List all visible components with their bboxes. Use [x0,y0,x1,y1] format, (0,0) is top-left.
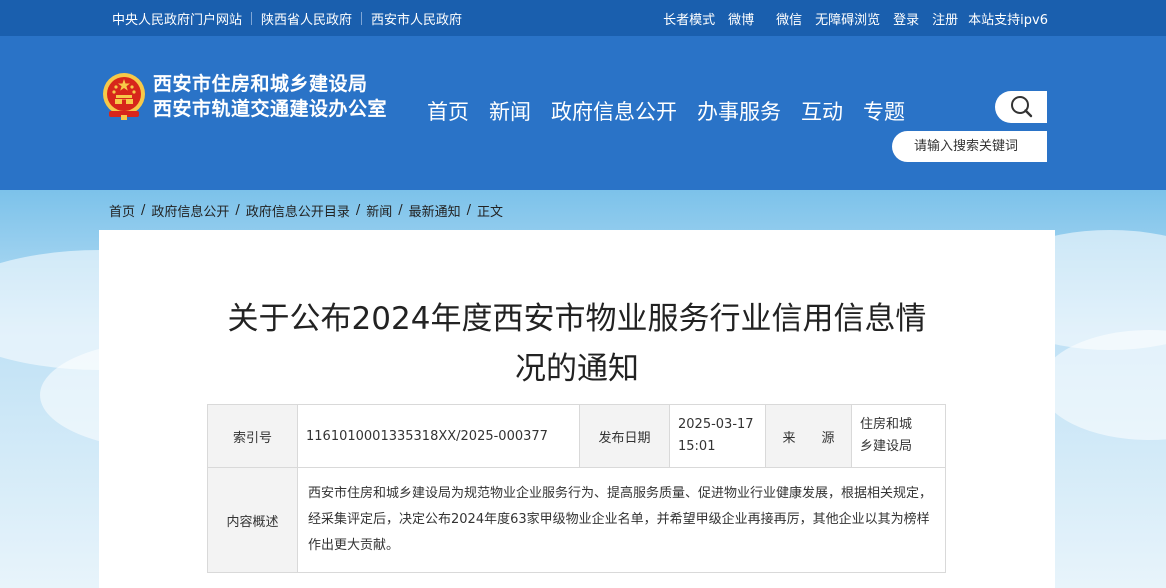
article-title: 关于公布2024年度西安市物业服务行业信用信息情 况的通知 [99,294,1055,394]
elder-mode-link[interactable]: 长者模式 [663,9,715,28]
national-emblem-icon [103,73,145,120]
site-title-line2: 西安市轨道交通建设办公室 [153,98,388,120]
search-input[interactable] [892,131,1047,162]
article-title-line1: 关于公布2024年度西安市物业服务行业信用信息情 [227,301,927,337]
register-link[interactable]: 注册 [932,9,958,28]
article-panel: 关于公布2024年度西安市物业服务行业信用信息情 况的通知 索引号 116101… [99,230,1055,588]
site-title-line1: 西安市住房和城乡建设局 [153,73,368,95]
index-value: 1161010001335318XX/2025-000377 [297,404,580,468]
source-value: 住房和城 乡建设局 [851,404,946,468]
ipv6-label: 本站支持ipv6 [968,12,1048,28]
table-row: 内容概述 西安市住房和城乡建设局为规范物业企业服务行为、提高服务质量、促进物业行… [207,467,946,573]
divider [361,11,363,25]
main-nav: 首页 新闻 政府信息公开 办事服务 互动 专题 [427,96,925,126]
nav-home[interactable]: 首页 [427,96,469,126]
date-label: 发布日期 [579,404,670,468]
source-label: 来 源 [765,404,852,468]
index-label: 索引号 [207,404,298,468]
shaanxi-gov-link[interactable]: 陕西省人民政府 [261,9,352,28]
breadcrumb-latest-notice[interactable]: 最新通知 [409,201,461,220]
nav-interaction[interactable]: 互动 [801,96,843,126]
site-title[interactable]: 西安市住房和城乡建设局 西安市轨道交通建设办公室 [153,72,387,122]
breadcrumb-gov-info[interactable]: 政府信息公开 [151,201,229,220]
login-link[interactable]: 登录 [893,9,919,28]
date-value-time: 15:01 [678,439,716,454]
table-row: 索引号 1161010001335318XX/2025-000377 发布日期 … [207,404,946,468]
nav-gov-info[interactable]: 政府信息公开 [551,96,677,126]
date-value: 2025-03-17 15:01 [669,404,766,468]
accessibility-link[interactable]: 无障碍浏览 [815,9,880,28]
summary-label: 内容概述 [207,467,298,573]
top-bar: 中央人民政府门户网站 陕西省人民政府 西安市人民政府 长者模式 微博 微信 无障… [0,0,1166,36]
nav-topics[interactable]: 专题 [863,96,905,126]
breadcrumb-home[interactable]: 首页 [109,201,135,220]
utility-links: 长者模式 微博 微信 无障碍浏览 登录 注册 本站支持ipv6 [650,0,1048,36]
cloud-decoration [1040,330,1166,440]
breadcrumb-news[interactable]: 新闻 [366,201,392,220]
breadcrumb-separator: / [398,203,403,218]
central-gov-link[interactable]: 中央人民政府门户网站 [112,9,242,28]
nav-news[interactable]: 新闻 [489,96,531,126]
nav-services[interactable]: 办事服务 [697,96,781,126]
search-icon [1011,96,1033,118]
source-value-line2: 乡建设局 [860,439,913,454]
article-meta-table: 索引号 1161010001335318XX/2025-000377 发布日期 … [207,404,946,573]
breadcrumb-gov-info-catalog[interactable]: 政府信息公开目录 [246,201,350,220]
search-button[interactable] [995,91,1047,123]
divider [251,11,253,25]
weibo-link[interactable]: 微博 [728,9,754,28]
xian-gov-link[interactable]: 西安市人民政府 [371,9,462,28]
source-value-line1: 住房和城 [860,417,913,432]
breadcrumb-separator: / [466,203,472,218]
breadcrumb-separator: / [235,203,240,218]
summary-value: 西安市住房和城乡建设局为规范物业企业服务行为、提高服务质量、促进物业行业健康发展… [297,467,946,573]
article-title-line2: 况的通知 [515,351,639,387]
wechat-link[interactable]: 微信 [776,9,802,28]
date-value-date: 2025-03-17 [678,417,754,432]
breadcrumb-separator: / [355,203,361,218]
breadcrumb: 首页 / 政府信息公开 / 政府信息公开目录 / 新闻 / 最新通知 / 正文 [109,201,503,220]
breadcrumb-separator: / [141,203,146,218]
site-header: 西安市住房和城乡建设局 西安市轨道交通建设办公室 首页 新闻 政府信息公开 办事… [0,36,1166,190]
gov-links: 中央人民政府门户网站 陕西省人民政府 西安市人民政府 [112,0,462,36]
breadcrumb-current: 正文 [477,205,504,220]
